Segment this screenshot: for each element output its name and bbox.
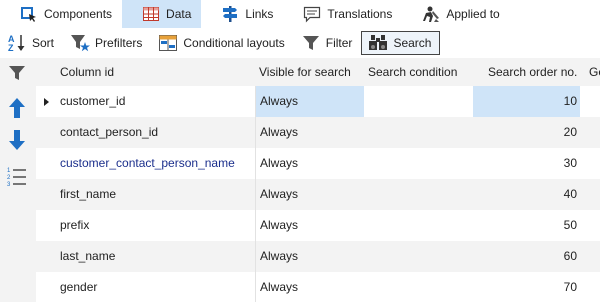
prefilter-funnel-icon	[70, 33, 91, 53]
prefilters-button[interactable]: Prefilters	[63, 31, 151, 55]
cell-column-id[interactable]: customer_contact_person_name	[60, 148, 255, 179]
cell-column-id[interactable]: last_name	[60, 241, 255, 272]
arrow-down-icon	[7, 128, 27, 155]
current-row-indicator-icon	[44, 98, 49, 106]
numbered-list-button[interactable]: 123	[4, 164, 30, 190]
cell-search-condition[interactable]	[364, 148, 473, 179]
cell-search-order[interactable]: 50	[473, 210, 580, 241]
conditional-layout-icon	[158, 33, 178, 53]
side-toolbar: 123	[0, 58, 36, 302]
table-row[interactable]: contact_person_id Always 20	[36, 117, 600, 148]
numbered-list-icon: 123	[6, 165, 28, 190]
svg-text:3: 3	[7, 182, 11, 187]
arrow-up-icon	[7, 96, 27, 123]
filter-funnel-icon	[7, 63, 27, 86]
tab-label: Data	[166, 7, 192, 21]
side-filter-button[interactable]	[4, 61, 30, 87]
table-row[interactable]: prefix Always 50	[36, 210, 600, 241]
table-row[interactable]: customer_contact_person_name Always 30	[36, 148, 600, 179]
cell-visible-for-search[interactable]: Always	[255, 86, 364, 117]
conditional-layouts-label: Conditional layouts	[183, 36, 285, 50]
cell-column-id[interactable]: prefix	[60, 210, 255, 241]
table-row[interactable]: last_name Always 60	[36, 241, 600, 272]
tab-label: Translations	[327, 7, 393, 21]
cell-search-order[interactable]: 10	[473, 86, 580, 117]
table-row[interactable]: gender Always 70	[36, 272, 600, 302]
tab-bar: Components Data Links Translations Appli…	[0, 0, 600, 28]
binoculars-icon	[368, 33, 388, 53]
cell-visible-for-search[interactable]: Always	[255, 148, 364, 179]
svg-text:2: 2	[7, 175, 11, 181]
cell-visible-for-search[interactable]: Always	[255, 241, 364, 272]
speech-bubble-icon	[303, 5, 321, 23]
move-up-button[interactable]	[4, 96, 30, 122]
column-header-order[interactable]: Search order no.	[488, 58, 577, 86]
tab-components[interactable]: Components	[0, 0, 122, 28]
tab-links[interactable]: Links	[201, 0, 283, 28]
cell-search-order[interactable]: 20	[473, 117, 580, 148]
tab-data[interactable]: Data	[122, 0, 202, 28]
column-header-visible[interactable]: Visible for search	[259, 58, 351, 86]
cell-visible-for-search[interactable]: Always	[255, 117, 364, 148]
cell-column-id[interactable]: customer_id	[60, 86, 255, 117]
tab-label: Components	[44, 7, 113, 21]
tab-translations[interactable]: Translations	[283, 0, 402, 28]
column-header-condition[interactable]: Search condition	[368, 58, 457, 86]
table-icon	[142, 5, 160, 23]
components-icon	[20, 5, 38, 23]
links-icon	[221, 5, 239, 23]
svg-text:Z: Z	[8, 43, 14, 53]
tab-label: Links	[245, 7, 274, 21]
prefilters-label: Prefilters	[95, 36, 143, 50]
column-header-ge[interactable]: Ge	[589, 58, 600, 86]
cell-visible-for-search[interactable]: Always	[255, 179, 364, 210]
cell-search-order[interactable]: 70	[473, 272, 580, 302]
grid-header: Column id Visible for search Search cond…	[36, 58, 600, 86]
cell-visible-for-search[interactable]: Always	[255, 272, 364, 302]
column-header-id[interactable]: Column id	[60, 58, 114, 86]
cell-visible-for-search[interactable]: Always	[255, 210, 364, 241]
cell-search-order[interactable]: 40	[473, 179, 580, 210]
filter-funnel-icon	[301, 33, 321, 53]
sort-button[interactable]: AZ Sort	[0, 31, 63, 55]
cell-search-condition[interactable]	[364, 210, 473, 241]
cell-search-order[interactable]: 30	[473, 148, 580, 179]
filter-label: Filter	[325, 36, 353, 50]
table-row[interactable]: first_name Always 40	[36, 179, 600, 210]
tab-label: Applied to	[446, 7, 500, 21]
cell-search-order[interactable]: 60	[473, 241, 580, 272]
cell-search-condition[interactable]	[364, 86, 473, 117]
sort-az-icon: AZ	[7, 33, 27, 53]
sort-label: Sort	[32, 36, 55, 50]
filter-button[interactable]: Filter	[294, 31, 362, 55]
worker-icon	[422, 5, 440, 23]
search-columns-grid: Column id Visible for search Search cond…	[36, 58, 600, 302]
search-label: Search	[393, 36, 432, 50]
move-down-button[interactable]	[4, 128, 30, 154]
cell-column-id[interactable]: gender	[60, 272, 255, 302]
cell-column-id[interactable]: contact_person_id	[60, 117, 255, 148]
table-row[interactable]: customer_id Always 10	[36, 86, 600, 117]
conditional-layouts-button[interactable]: Conditional layouts	[151, 31, 293, 55]
tab-applied-to[interactable]: Applied to	[402, 0, 509, 28]
cell-search-condition[interactable]	[364, 179, 473, 210]
cell-search-condition[interactable]	[364, 241, 473, 272]
search-button[interactable]: Search	[361, 31, 441, 55]
cell-search-condition[interactable]	[364, 272, 473, 302]
grid-toolbar: AZ Sort Prefilters Conditional layouts F…	[0, 28, 600, 58]
cell-column-id[interactable]: first_name	[60, 179, 255, 210]
cell-search-condition[interactable]	[364, 117, 473, 148]
svg-text:1: 1	[7, 168, 11, 174]
